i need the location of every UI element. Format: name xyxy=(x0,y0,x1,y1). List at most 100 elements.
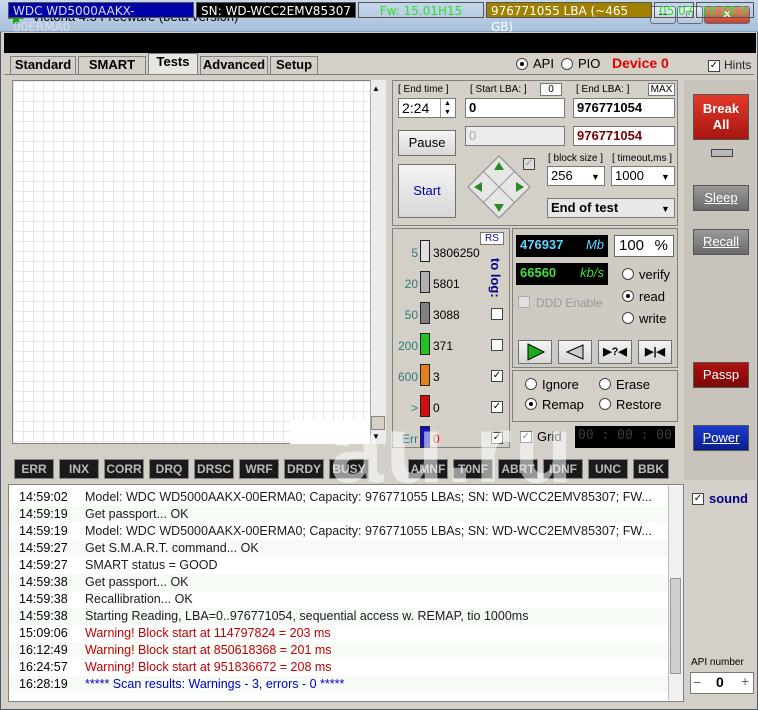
flag-inx: INX xyxy=(59,459,99,479)
end-action-chevron-down-icon[interactable]: ▼ xyxy=(661,204,670,214)
api-label: API xyxy=(533,56,554,71)
drive-model: WDC WD5000AAKX-00ERMA0 xyxy=(8,2,194,34)
stats-log-checkbox[interactable]: ✓ xyxy=(491,370,503,382)
percent-display: 100% xyxy=(614,235,674,257)
stats-count: 371 xyxy=(433,339,454,353)
start-lba-zero-button[interactable]: 0 xyxy=(540,83,562,96)
log-message: Get passport... OK xyxy=(85,507,189,521)
log-entry: 15:09:06 Warning! Block start at 11479782… xyxy=(9,625,683,642)
stats-color-swatch xyxy=(420,302,430,324)
log-message: Recallibration... OK xyxy=(85,592,193,606)
erase-radio[interactable] xyxy=(599,378,611,390)
power-button[interactable]: Power xyxy=(693,425,749,451)
jump-button[interactable]: ▶?◀ xyxy=(598,340,632,364)
restore-label: Restore xyxy=(616,397,662,412)
log-message: Starting Reading, LBA=0..976771054, sequ… xyxy=(85,609,529,623)
flag-drsc: DRSC xyxy=(194,459,234,479)
sleep-button[interactable]: Sleep xyxy=(693,185,749,211)
end-lba-label: [ End LBA: ] xyxy=(576,84,630,95)
api-number-label: API number xyxy=(691,657,744,668)
stats-count: 5801 xyxy=(433,277,460,291)
api-decrement-button[interactable]: − xyxy=(693,674,701,690)
log-time: 14:59:27 xyxy=(19,541,68,555)
ignore-label: Ignore xyxy=(542,377,579,392)
verify-radio[interactable] xyxy=(622,268,634,280)
log-time: 14:59:38 xyxy=(19,592,68,606)
stats-count: 3806250 xyxy=(433,246,480,260)
pio-radio[interactable] xyxy=(561,58,573,70)
log-time: 14:59:38 xyxy=(19,609,68,623)
flag-drq: DRQ xyxy=(149,459,189,479)
log-time: 15:09:06 xyxy=(19,626,68,640)
map-scrollbar[interactable] xyxy=(370,80,386,444)
event-log: 14:59:02 Model: WDC WD5000AAKX-00ERMA0; C… xyxy=(8,484,684,702)
end-lba-field[interactable]: 976771054 xyxy=(573,98,675,118)
tab-setup[interactable]: Setup xyxy=(270,56,318,74)
rs-button[interactable]: RS xyxy=(480,232,504,245)
log-entry: 14:59:02 Model: WDC WD5000AAKX-00ERMA0; C… xyxy=(9,489,683,506)
end-lba-current-field: 976771054 xyxy=(573,126,675,146)
tab-standard[interactable]: Standard xyxy=(10,56,76,74)
write-label: write xyxy=(639,311,667,326)
end-action-select[interactable]: End of test xyxy=(547,198,675,218)
stats-count: 3 xyxy=(433,370,440,384)
tab-smart[interactable]: SMART xyxy=(78,56,146,74)
hints-label: Hints xyxy=(724,58,752,72)
play-button[interactable] xyxy=(518,340,552,364)
timeout-label: [ timeout,ms ] xyxy=(612,153,673,164)
api-radio[interactable] xyxy=(516,58,528,70)
ddd-enable-label: DDD Enable xyxy=(536,296,603,310)
stats-threshold-label: 200 xyxy=(397,339,418,353)
api-number-value: 0 xyxy=(716,674,724,690)
side-panel xyxy=(684,80,756,480)
start-lba-field[interactable]: 0 xyxy=(465,98,565,118)
tab-tests[interactable]: Tests xyxy=(148,53,198,75)
max-lba-button[interactable]: MAX xyxy=(648,83,675,96)
sound-checkbox[interactable]: ✓ xyxy=(692,493,704,505)
log-time: 14:59:02 xyxy=(19,490,68,504)
api-increment-button[interactable]: + xyxy=(741,673,749,689)
end-time-label: [ End time ] xyxy=(398,84,449,95)
passp-button[interactable]: Passp xyxy=(693,362,749,388)
log-message: Warning! Block start at 951836672 = 208 … xyxy=(85,660,332,674)
log-scroll-thumb[interactable] xyxy=(670,578,681,674)
start-button[interactable]: Start xyxy=(398,164,456,218)
log-message: ***** Scan results: Warnings - 3, errors… xyxy=(85,677,345,691)
direction-checkbox[interactable]: ✓ xyxy=(523,158,535,170)
stats-log-checkbox[interactable] xyxy=(491,308,503,320)
skip-button[interactable]: ▶|◀ xyxy=(638,340,672,364)
stats-color-swatch xyxy=(420,271,430,293)
drive-capacity: 976771055 LBA (~465 GB) xyxy=(486,2,652,34)
end-time-spinner-icon[interactable]: ▲ ▼ xyxy=(440,99,454,117)
timeout-chevron-down-icon[interactable]: ▼ xyxy=(661,172,670,182)
verify-label: verify xyxy=(639,267,671,282)
rewind-button[interactable] xyxy=(558,340,592,364)
scroll-up-icon[interactable]: ▲ xyxy=(372,84,380,93)
break-all-button[interactable]: Break All xyxy=(693,94,749,140)
restore-radio[interactable] xyxy=(599,398,611,410)
ignore-radio[interactable] xyxy=(525,378,537,390)
stats-color-swatch xyxy=(420,240,430,262)
block-size-chevron-down-icon[interactable]: ▼ xyxy=(591,172,600,182)
stats-log-checkbox[interactable] xyxy=(491,339,503,351)
start-lba-current-field: 0 xyxy=(465,126,565,146)
hints-checkbox[interactable]: ✓ xyxy=(708,60,720,72)
log-entry: 14:59:38 Get passport... OK xyxy=(9,574,683,591)
stats-threshold-label: 5 xyxy=(411,246,418,260)
write-radio[interactable] xyxy=(622,312,634,324)
log-time: 14:59:19 xyxy=(19,507,68,521)
recall-button[interactable]: Recall xyxy=(693,229,749,255)
ddd-enable-checkbox[interactable] xyxy=(518,296,530,308)
time-display: 16:28:3 xyxy=(696,2,754,18)
log-entry: 14:59:38 Starting Reading, LBA=0..9767710… xyxy=(9,608,683,625)
read-radio[interactable] xyxy=(622,290,634,302)
log-entry: 14:59:27 SMART status = GOOD xyxy=(9,557,683,574)
start-lba-label: [ Start LBA: ] xyxy=(470,84,527,95)
stats-color-swatch xyxy=(420,364,430,386)
erase-label: Erase xyxy=(616,377,650,392)
pause-button[interactable]: Pause xyxy=(398,130,456,156)
tab-advanced[interactable]: Advanced xyxy=(200,56,268,74)
log-message: Model: WDC WD5000AAKX-00ERMA0; Capacity:… xyxy=(85,524,652,538)
drive-serial: SN: WD-WCC2EMV85307 xyxy=(196,2,356,18)
log-message: SMART status = GOOD xyxy=(85,558,218,572)
